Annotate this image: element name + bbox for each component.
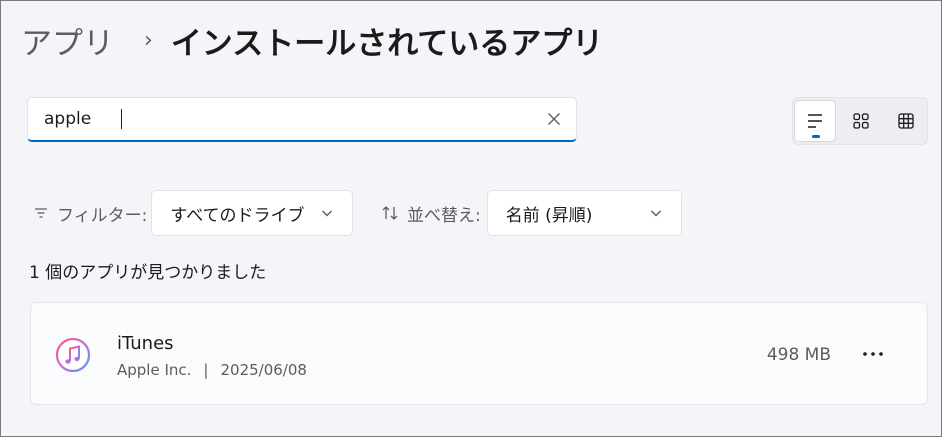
- filter-group: フィルター: すべてのドライブ: [33, 190, 354, 236]
- breadcrumb-separator: ›: [144, 27, 153, 53]
- page-title: インストールされているアプリ: [170, 25, 604, 62]
- app-publisher: Apple Inc.: [117, 361, 192, 379]
- breadcrumb: アプリ › インストールされているアプリ: [21, 18, 603, 62]
- breadcrumb-apps-link[interactable]: アプリ: [21, 18, 114, 63]
- grid-view-icon: [853, 113, 869, 129]
- app-meta: Apple Inc. | 2025/06/08: [117, 361, 307, 379]
- sort-label: 並べ替え:: [407, 205, 481, 226]
- app-list-item: iTunes Apple Inc. | 2025/06/08 498 MB: [30, 302, 928, 405]
- text-caret: [121, 109, 122, 129]
- drive-filter-dropdown[interactable]: すべてのドライブ: [151, 190, 354, 236]
- search-box[interactable]: [27, 97, 577, 142]
- sort-icon: [382, 206, 398, 220]
- sort-group: 並べ替え: 名前 (昇順): [381, 190, 682, 236]
- result-count: 1 個のアプリが見つかりました: [29, 263, 267, 283]
- close-icon: [548, 113, 560, 125]
- filter-label: フィルター:: [57, 205, 148, 226]
- itunes-icon: [55, 337, 91, 373]
- installed-apps-page: アプリ › インストールされているアプリ apple フィルター: すべてのドラ…: [0, 0, 942, 437]
- search-input[interactable]: [28, 98, 528, 140]
- more-options-icon: [863, 352, 883, 356]
- app-install-date: 2025/06/08: [220, 361, 307, 379]
- chevron-down-icon: [650, 210, 661, 217]
- chevron-down-icon: [322, 210, 333, 217]
- more-options-button[interactable]: [855, 339, 891, 369]
- list-view-button[interactable]: [794, 100, 836, 142]
- tile-view-icon: [898, 113, 914, 129]
- active-indicator: [812, 135, 820, 138]
- tile-view-button[interactable]: [885, 100, 927, 142]
- app-name: iTunes: [117, 333, 174, 354]
- sort-dropdown[interactable]: 名前 (昇順): [486, 190, 682, 236]
- sort-value: 名前 (昇順): [505, 205, 593, 226]
- clear-search-button[interactable]: [540, 105, 568, 133]
- app-size: 498 MB: [766, 345, 831, 365]
- filter-icon: [35, 208, 47, 218]
- meta-separator: |: [203, 361, 209, 379]
- view-toggle: [792, 97, 928, 145]
- filter-value: すべてのドライブ: [170, 205, 305, 226]
- list-view-icon: [808, 114, 822, 128]
- grid-view-button[interactable]: [840, 100, 882, 142]
